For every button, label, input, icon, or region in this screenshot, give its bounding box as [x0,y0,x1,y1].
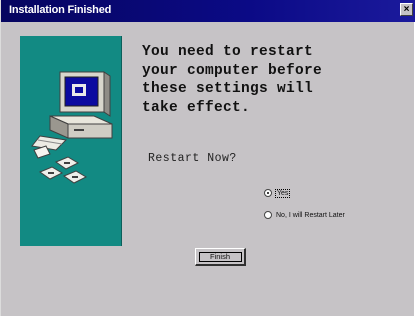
close-button[interactable]: × [400,3,413,16]
radio-yes[interactable]: Yes [264,188,291,198]
installation-dialog: Installation Finished × You need to rest… [0,0,415,316]
file-icon [33,145,51,159]
radio-yes-label[interactable]: Yes [274,188,291,198]
window-title: Installation Finished [9,4,112,16]
radio-restart-later[interactable]: No, I will Restart Later [264,211,345,219]
finish-button[interactable]: Finish [195,248,246,266]
restart-question: Restart Now? [148,152,237,165]
radio-restart-later-indicator[interactable] [264,211,272,219]
setup-illustration-panel [20,36,122,246]
radio-restart-later-label[interactable]: No, I will Restart Later [276,212,345,219]
radio-yes-indicator[interactable] [264,189,272,197]
restart-message: You need to restart your computer before… [142,44,323,116]
title-bar: Installation Finished × [1,0,415,22]
